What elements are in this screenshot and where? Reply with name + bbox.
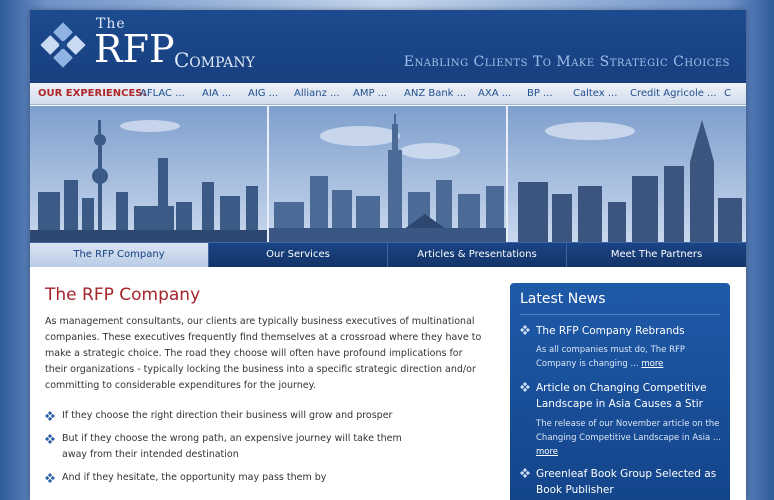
diamond-bullet-icon [520, 382, 530, 392]
tab-rfp-company[interactable]: The RFP Company [30, 243, 209, 267]
news-summary-text: The release of our November article on t… [536, 419, 721, 443]
tab-our-services[interactable]: Our Services [209, 243, 388, 267]
logo-diamond-icon[interactable] [38, 20, 88, 70]
diamond-bullet-icon [45, 434, 55, 444]
news-divider [520, 314, 720, 315]
logo-text-rfp[interactable]: RFP [94, 28, 175, 70]
news-item: Article on Changing Competitive Landscap… [520, 380, 726, 459]
bullet-text: But if they choose the wrong path, an ex… [62, 433, 402, 460]
experience-link[interactable]: BP ... [527, 83, 553, 104]
tab-articles-presentations[interactable]: Articles & Presentations [388, 243, 567, 267]
news-headline-link[interactable]: Article on Changing Competitive Landscap… [536, 380, 726, 412]
experience-link[interactable]: AFLAC ... [140, 83, 185, 104]
experiences-label: OUR EXPERIENCES: [38, 88, 147, 99]
diamond-bullet-icon [520, 468, 530, 478]
more-link[interactable]: more [641, 359, 663, 369]
experience-link[interactable]: Credit Agricole ... [630, 83, 717, 104]
bullet-text: If they choose the right direction their… [62, 410, 393, 421]
news-item: Greenleaf Book Group Selected as Book Pu… [520, 466, 725, 500]
experience-link[interactable]: AXA ... [478, 83, 511, 104]
logo-text-company: Company [174, 48, 255, 72]
tab-meet-partners[interactable]: Meet The Partners [567, 243, 746, 267]
site-header: The RFP Company Enabling Clients To Make… [30, 10, 746, 83]
experience-link[interactable]: Allianz ... [294, 83, 340, 104]
news-summary: The release of our November article on t… [536, 417, 726, 459]
experience-link[interactable]: ANZ Bank ... [404, 83, 466, 104]
news-title: Latest News [520, 291, 606, 307]
news-headline-link[interactable]: Greenleaf Book Group Selected as Book Pu… [536, 466, 726, 498]
news-item: The RFP Company Rebrands As all companie… [520, 323, 725, 373]
bullet-text: And if they hesitate, the opportunity ma… [62, 472, 327, 483]
city-skyline-banner [30, 106, 746, 242]
intro-paragraph: As management consultants, our clients a… [45, 316, 482, 391]
latest-news-panel: Latest News The RFP Company Rebrands As … [510, 283, 730, 500]
page-container: The RFP Company Enabling Clients To Make… [30, 10, 746, 500]
news-summary: As all companies must do, The RFP Compan… [536, 343, 726, 371]
experience-link[interactable]: C [724, 83, 731, 104]
experience-link[interactable]: AIG ... [248, 83, 278, 104]
more-link[interactable]: more [536, 447, 558, 457]
diamond-bullet-icon [45, 411, 55, 421]
experience-link[interactable]: Caltex ... [573, 83, 617, 104]
experience-link[interactable]: AMP ... [353, 83, 387, 104]
page-title: The RFP Company [45, 285, 201, 305]
experience-link[interactable]: AIA ... [202, 83, 231, 104]
main-navigation: The RFP Company Our Services Articles & … [30, 242, 746, 267]
tagline: Enabling Clients To Make Strategic Choic… [403, 54, 730, 70]
diamond-bullet-icon [45, 473, 55, 483]
news-headline-link[interactable]: The RFP Company Rebrands [536, 323, 726, 339]
diamond-bullet-icon [520, 325, 530, 335]
experiences-bar: OUR EXPERIENCES: AFLAC ... AIA ... AIG .… [30, 83, 746, 105]
